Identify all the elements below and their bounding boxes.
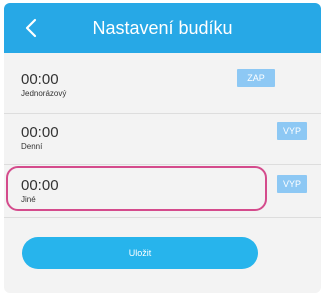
alarm-repeat: Jiné <box>21 195 36 204</box>
alarm-toggle-button[interactable]: VYP <box>277 175 307 193</box>
alarm-row-1[interactable]: 00:00 Jednorázový ZAP <box>4 63 321 115</box>
alarm-time: 00:00 <box>21 71 59 88</box>
back-arrow-icon[interactable] <box>20 16 44 40</box>
page-title: Nastavení budíku <box>92 18 233 38</box>
row-divider <box>4 164 321 165</box>
row-divider <box>4 113 321 114</box>
back-arrow-icon-graphic <box>25 18 37 38</box>
alarm-row-3[interactable]: 00:00 Jiné VYP <box>4 169 321 221</box>
alarm-toggle-button[interactable]: VYP <box>277 122 307 140</box>
alarm-toggle-button[interactable]: ZAP <box>237 69 275 87</box>
alarm-time: 00:00 <box>21 124 59 141</box>
alarm-row-2[interactable]: 00:00 Denní VYP <box>4 116 321 168</box>
row-divider <box>4 217 321 218</box>
save-button[interactable]: Uložit <box>22 237 258 269</box>
header-bar: Nastavení budíku <box>4 3 321 53</box>
alarm-time: 00:00 <box>21 177 59 194</box>
alarm-repeat: Denní <box>21 142 43 151</box>
app-screen: Nastavení budíku 00:00 Jednorázový ZAP 0… <box>4 3 321 293</box>
alarm-repeat: Jednorázový <box>21 89 67 98</box>
